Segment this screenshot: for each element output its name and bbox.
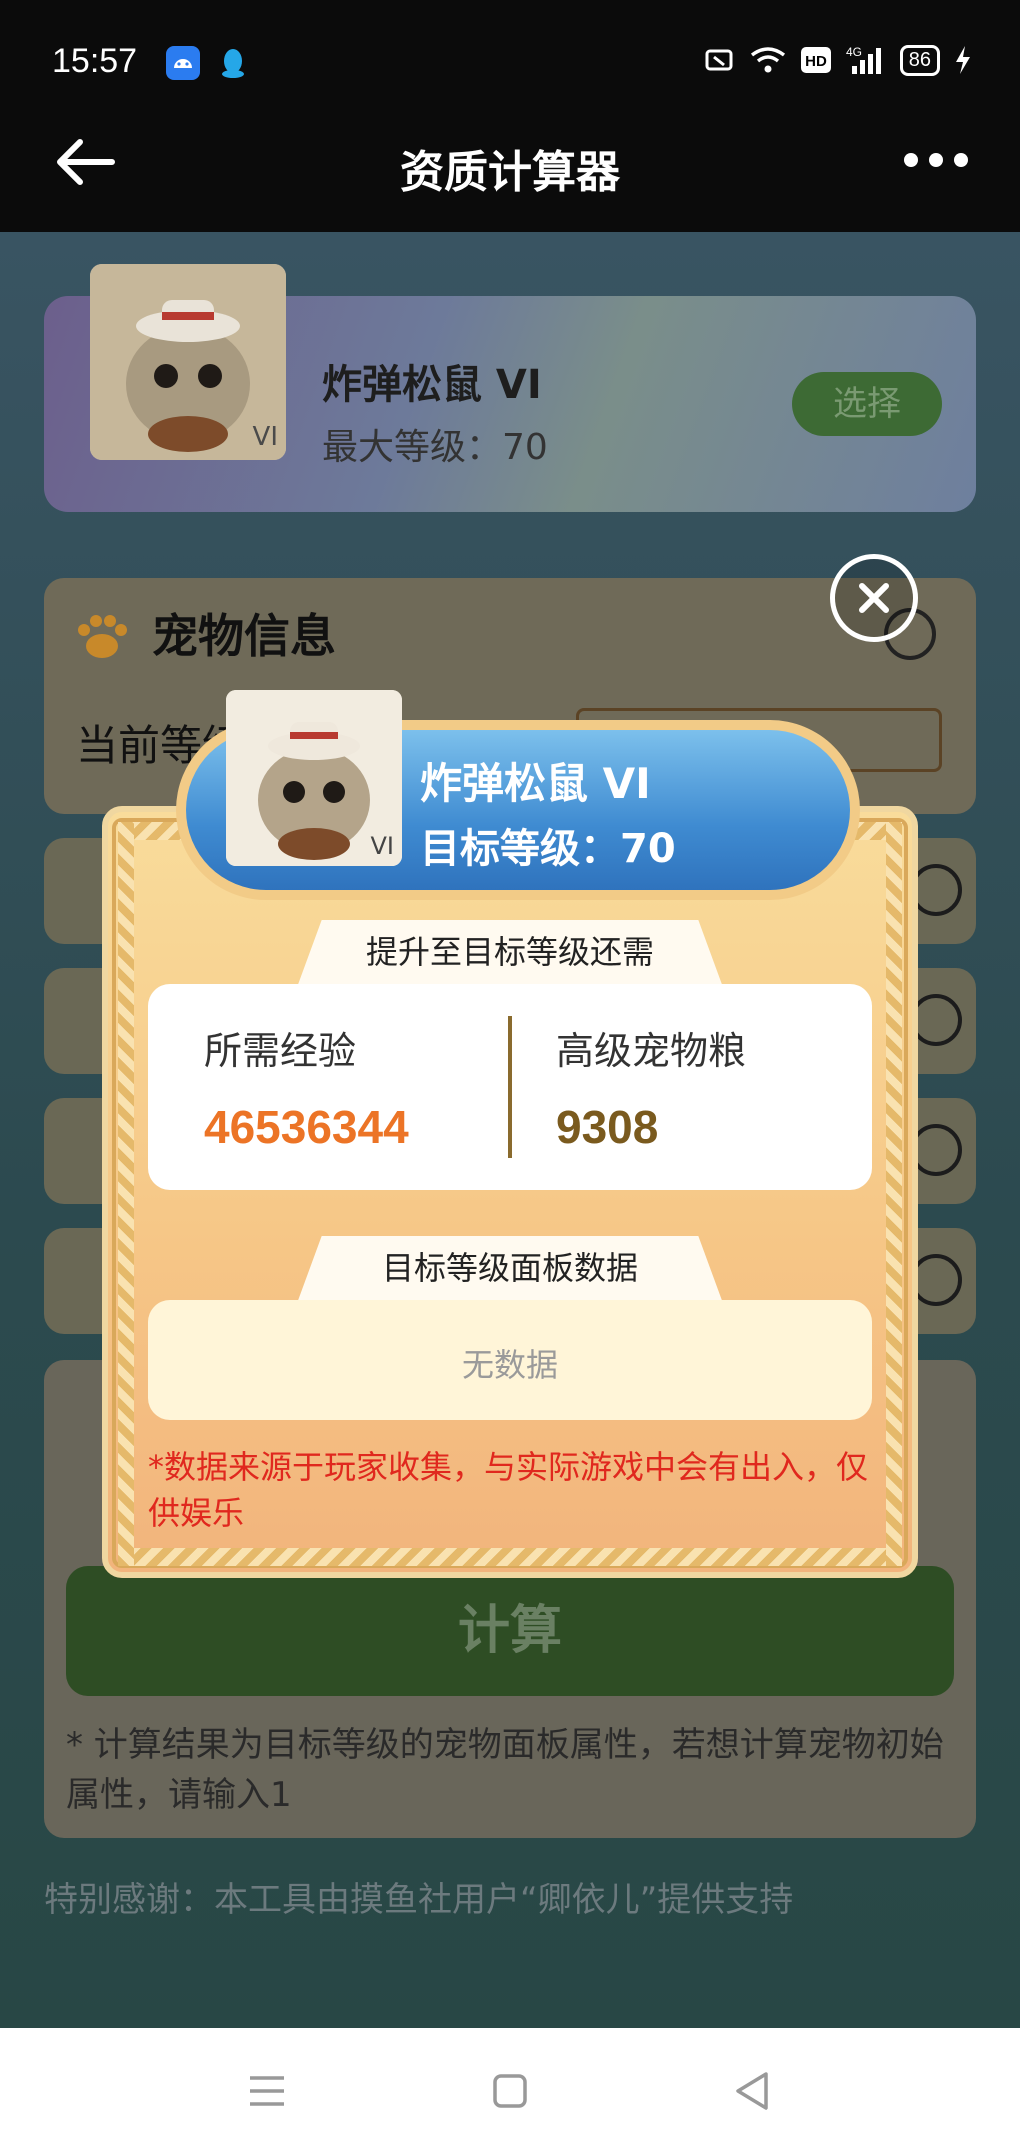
- svg-text:4G: 4G: [846, 45, 862, 59]
- charging-icon: [956, 46, 970, 74]
- wifi-icon: [750, 47, 785, 73]
- dot-icon: [929, 153, 943, 167]
- calculate-button[interactable]: 计算: [66, 1566, 954, 1696]
- modal-target-level: 目标等级：70: [420, 826, 676, 872]
- dot-icon: [954, 153, 968, 167]
- android-icon: [166, 46, 200, 80]
- system-navigation-bar: [0, 2028, 1020, 2153]
- page-title: 资质计算器: [400, 147, 620, 198]
- paw-icon: [78, 615, 127, 658]
- calculate-note: * 计算结果为目标等级的宠物面板属性，若想计算宠物初始属性，请输入1: [66, 1725, 944, 1815]
- pet-food-label: 高级宠物粮: [556, 1029, 747, 1073]
- dot-icon: [904, 153, 918, 167]
- qq-icon: [216, 46, 250, 80]
- hd-icon: HD: [800, 47, 831, 73]
- pet-food-value: 9308: [556, 1101, 659, 1153]
- panel-data-title: 目标等级面板数据: [296, 1236, 724, 1306]
- credits-text: 特别感谢：本工具由摸鱼社用户“卿依儿”提供支持: [44, 1880, 794, 1920]
- more-options-button[interactable]: [904, 148, 968, 172]
- requirement-title: 提升至目标等级还需: [296, 920, 724, 990]
- pet-avatar: VI: [90, 264, 286, 460]
- exp-label: 所需经验: [204, 1029, 357, 1073]
- select-pet-button[interactable]: 选择: [792, 372, 942, 436]
- divider: [508, 1016, 512, 1158]
- modal-decoration: [886, 822, 902, 1566]
- app-title-bar: 资质计算器: [0, 92, 1020, 232]
- close-modal-button[interactable]: [830, 554, 918, 642]
- disclaimer-text: *数据来源于玩家收集，与实际游戏中会有出入，仅供娱乐: [148, 1448, 869, 1532]
- battery-level: 86: [899, 44, 940, 76]
- no-data-text: 无数据: [461, 1346, 558, 1384]
- pet-info-title: 宠物信息: [152, 609, 336, 663]
- signal-4g-icon: 4G: [846, 45, 881, 74]
- status-bar: 15:57 HD 4G 86: [0, 0, 1020, 92]
- modal-decoration: [118, 822, 134, 1566]
- modal-grade-badge: VI: [370, 832, 395, 860]
- modal-pet-avatar: VI: [226, 690, 402, 866]
- exp-value: 46536344: [204, 1101, 409, 1153]
- pet-name: 炸弹松鼠 VI: [322, 362, 542, 408]
- menu-icon[interactable]: [242, 2066, 292, 2116]
- pet-grade-badge: VI: [252, 422, 278, 452]
- status-time: 15:57: [52, 42, 138, 80]
- pet-max-level: 最大等级：70: [322, 427, 548, 468]
- nfc-icon: [705, 49, 733, 71]
- modal-pet-name: 炸弹松鼠 VI: [420, 759, 651, 808]
- svg-text:HD: HD: [805, 53, 827, 70]
- modal-decoration: [118, 1548, 902, 1566]
- status-icons: HD 4G 86: [704, 44, 972, 76]
- home-icon[interactable]: [485, 2066, 535, 2116]
- back-triangle-icon[interactable]: [728, 2066, 778, 2116]
